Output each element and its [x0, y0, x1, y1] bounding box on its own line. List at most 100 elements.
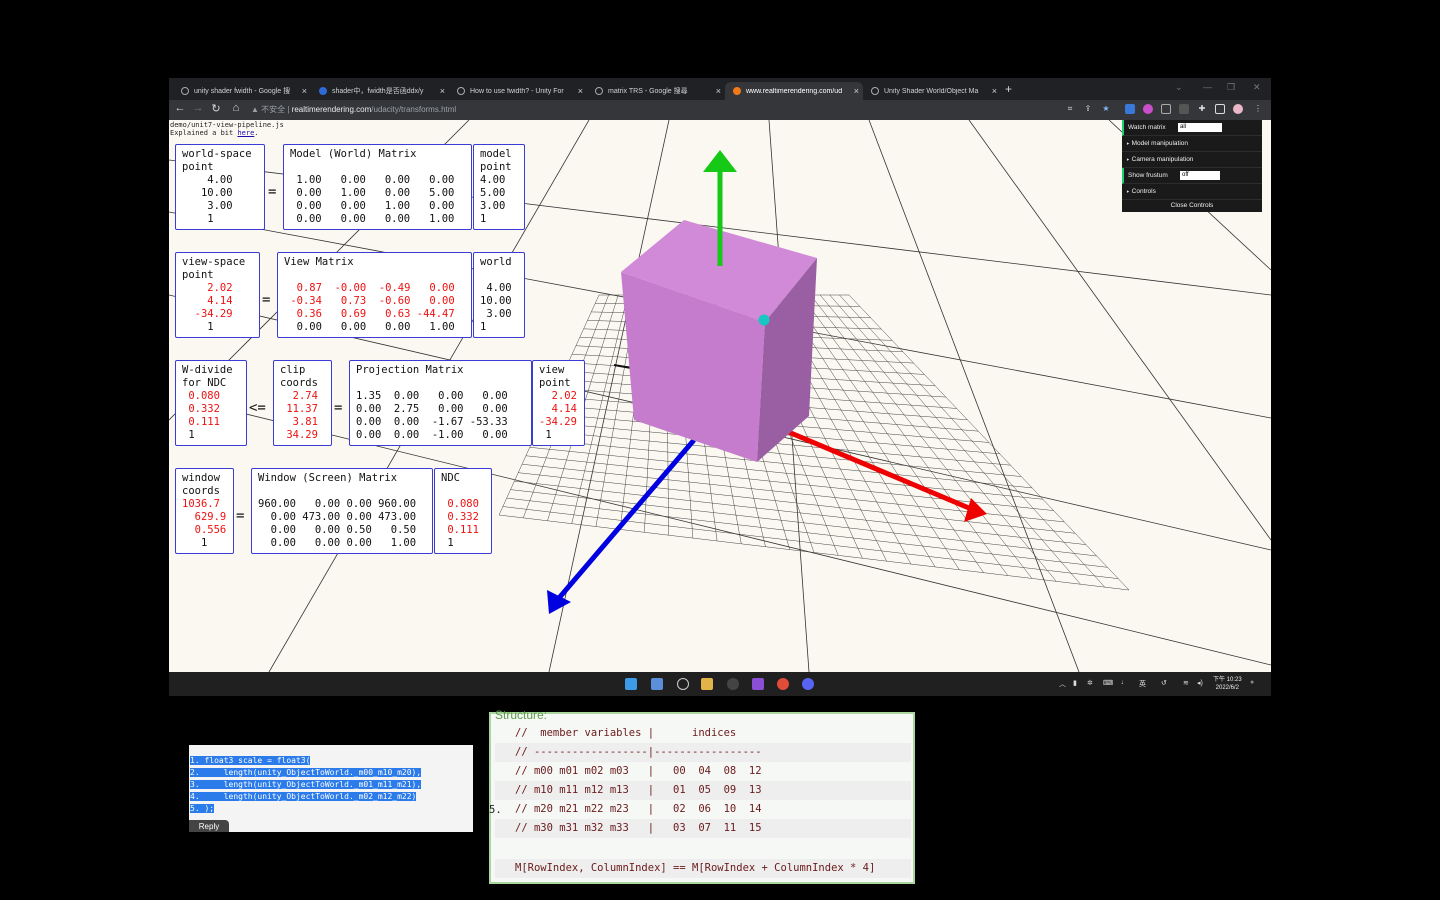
notification-icon[interactable]: ● — [1250, 679, 1254, 686]
close-controls-button[interactable]: Close Controls — [1122, 200, 1262, 212]
tray-keyboard-icon[interactable]: ⌨ — [1103, 679, 1113, 687]
code-line: // member variables | indices — [515, 727, 737, 739]
source-file-name: demo/unit7-view-pipeline.js — [170, 121, 284, 129]
equals-sign: = — [334, 400, 343, 416]
translate-icon[interactable]: ⌗ — [1065, 104, 1075, 114]
tray-mic-icon[interactable]: ♩ — [1121, 679, 1128, 686]
minimize-icon[interactable]: — — [1203, 82, 1212, 92]
site-favicon-icon — [319, 87, 327, 95]
code-line: 1. float3 scale = float3( — [190, 756, 311, 765]
explained-link[interactable]: here — [237, 129, 254, 137]
address-bar: ← → ↻ ⌂ ▲ 不安全 | realtimerendering.com/ud… — [169, 100, 1271, 120]
new-tab-button[interactable]: + — [1005, 82, 1012, 96]
page-content: demo/unit7-view-pipeline.js Explained a … — [169, 120, 1271, 672]
chrome-icon[interactable] — [777, 678, 789, 690]
show-frustum-select[interactable]: off — [1180, 171, 1220, 180]
tab-google-fwidth[interactable]: unity shader fwidth - Google 搜 × — [173, 82, 311, 100]
unity-editor-icon[interactable] — [727, 678, 739, 690]
window-matrix-box: Window (Screen) Matrix 960.00 0.00 0.00 … — [251, 468, 433, 554]
clip-coords-box: clip coords 2.74 11.37 3.81 34.29 — [273, 360, 332, 446]
watch-matrix-row: Watch matrix all — [1122, 120, 1262, 136]
visual-studio-icon[interactable] — [752, 678, 764, 690]
equals-sign: = — [268, 184, 277, 200]
unity-favicon-icon — [457, 87, 465, 95]
grid-line — [829, 294, 1081, 585]
extension-reader-icon[interactable] — [1179, 104, 1189, 114]
tab-strip: unity shader fwidth - Google 搜 × shader中，… — [169, 78, 1271, 100]
tab-unity-forum[interactable]: How to use fwidth? - Unity For × — [449, 82, 587, 100]
tray-sync-icon[interactable]: ↺ — [1161, 679, 1167, 687]
tab-realtimerendering[interactable]: www.realtimerendering.com/ud × — [725, 82, 863, 100]
tab-shader-fwidth[interactable]: shader中，fwidth是否函ddx/y × — [311, 82, 449, 100]
tab-search-icon[interactable]: ⌄ — [1175, 82, 1183, 93]
grid-line — [533, 438, 1033, 489]
camera-manipulation-folder[interactable]: ‣ Camera manipulation — [1122, 152, 1262, 168]
extension-icon[interactable] — [1143, 104, 1153, 114]
x-axis-arrow — [778, 425, 970, 511]
taskbar-clock[interactable]: 下午 10:23 2022/6/2 — [1213, 676, 1242, 692]
equals-sign: = — [236, 508, 245, 524]
share-icon[interactable]: ⇪ — [1083, 104, 1093, 114]
file-explorer-icon[interactable] — [651, 678, 663, 690]
tab-matrix-trs[interactable]: matrix TRS - Google 搜尋 × — [587, 82, 725, 100]
grid-line — [800, 294, 1009, 576]
code-line: // m20 m21 m22 m23 | 02 06 10 14 — [515, 803, 762, 815]
reply-button[interactable]: Reply — [189, 820, 229, 832]
snippet-title: Structure: — [495, 708, 548, 722]
close-tab-icon[interactable]: × — [302, 86, 307, 96]
window-coords-box: window coords 1036.7 629.9 0.556 1 — [175, 468, 234, 554]
line-number: 5. — [489, 804, 502, 816]
tray-settings-icon[interactable]: ✲ — [1087, 679, 1093, 687]
google-favicon-icon — [181, 87, 189, 95]
world-vector-box: world 4.00 10.00 3.00 1 — [473, 252, 525, 338]
grid-line — [848, 294, 1130, 591]
home-icon[interactable]: ⌂ — [229, 102, 243, 114]
back-icon[interactable]: ← — [173, 102, 187, 114]
ndc-box: NDC 0.080 0.332 0.111 1 — [434, 468, 492, 554]
equals-sign: = — [262, 292, 271, 308]
bookmark-star-icon[interactable]: ★ — [1101, 104, 1111, 114]
extension-screenshot-icon[interactable] — [1161, 104, 1171, 114]
close-tab-icon[interactable]: × — [578, 86, 583, 96]
wifi-icon[interactable]: ≋ — [1183, 679, 1189, 687]
menu-kebab-icon[interactable]: ⋮ — [1253, 104, 1263, 114]
maximize-icon[interactable]: ❐ — [1227, 82, 1235, 93]
code-line: // m10 m11 m12 m13 | 01 05 09 13 — [495, 781, 911, 800]
folder-icon[interactable] — [701, 678, 713, 690]
unity-hub-icon[interactable] — [677, 678, 689, 690]
close-tab-icon[interactable]: × — [716, 86, 721, 96]
less-equal-sign: <= — [249, 400, 266, 416]
watch-matrix-select[interactable]: all — [1178, 123, 1222, 132]
code-line: // m30 m31 m32 m33 | 03 07 11 15 — [495, 819, 911, 838]
profile-avatar-icon[interactable] — [1233, 104, 1243, 114]
browser-window: unity shader fwidth - Google 搜 × shader中，… — [169, 78, 1271, 696]
close-window-icon[interactable]: ✕ — [1253, 82, 1261, 93]
side-panel-icon[interactable] — [1215, 104, 1225, 114]
close-tab-icon[interactable]: × — [992, 86, 997, 96]
view-space-point-box: view-space point 2.02 4.14 -34.29 1 — [175, 252, 260, 338]
reload-icon[interactable]: ↻ — [209, 102, 223, 115]
model-matrix-box: Model (World) Matrix 1.00 0.00 0.00 0.00… — [283, 144, 472, 230]
volume-icon[interactable]: ◂) — [1197, 679, 1203, 687]
extension-translate-icon[interactable] — [1125, 104, 1135, 114]
view-point-box: view point 2.02 4.14 -34.29 1 — [532, 360, 585, 446]
security-warning[interactable]: ▲ 不安全 — [251, 105, 285, 114]
code-line: 5. ); — [190, 804, 215, 813]
close-tab-icon[interactable]: × — [854, 86, 859, 96]
tray-chevron-icon[interactable]: ︿ — [1059, 679, 1066, 689]
controls-folder[interactable]: ‣ Controls — [1122, 184, 1262, 200]
url-field[interactable]: ▲ 不安全 | realtimerendering.com/udacity/tr… — [251, 103, 1039, 117]
tray-ime-indicator[interactable]: 英 — [1139, 679, 1146, 689]
grid-line — [498, 514, 1130, 591]
model-manipulation-folder[interactable]: ‣ Model manipulation — [1122, 136, 1262, 152]
grid-line — [510, 489, 1097, 557]
extensions-puzzle-icon[interactable]: ✚ — [1197, 104, 1207, 114]
windows-start-icon[interactable] — [625, 678, 637, 690]
tab-unity-shader-world[interactable]: Unity Shader World/Object Ma × — [863, 82, 1001, 100]
code-line: 2. length(unity_ObjectToWorld._m00_m10_m… — [190, 768, 422, 777]
close-tab-icon[interactable]: × — [440, 86, 445, 96]
tray-bookmark-icon[interactable]: ▮ — [1073, 679, 1077, 687]
code-line: // m00 m01 m02 m03 | 00 04 08 12 — [515, 765, 762, 777]
discord-icon[interactable] — [802, 678, 814, 690]
forward-icon[interactable]: → — [191, 102, 205, 114]
